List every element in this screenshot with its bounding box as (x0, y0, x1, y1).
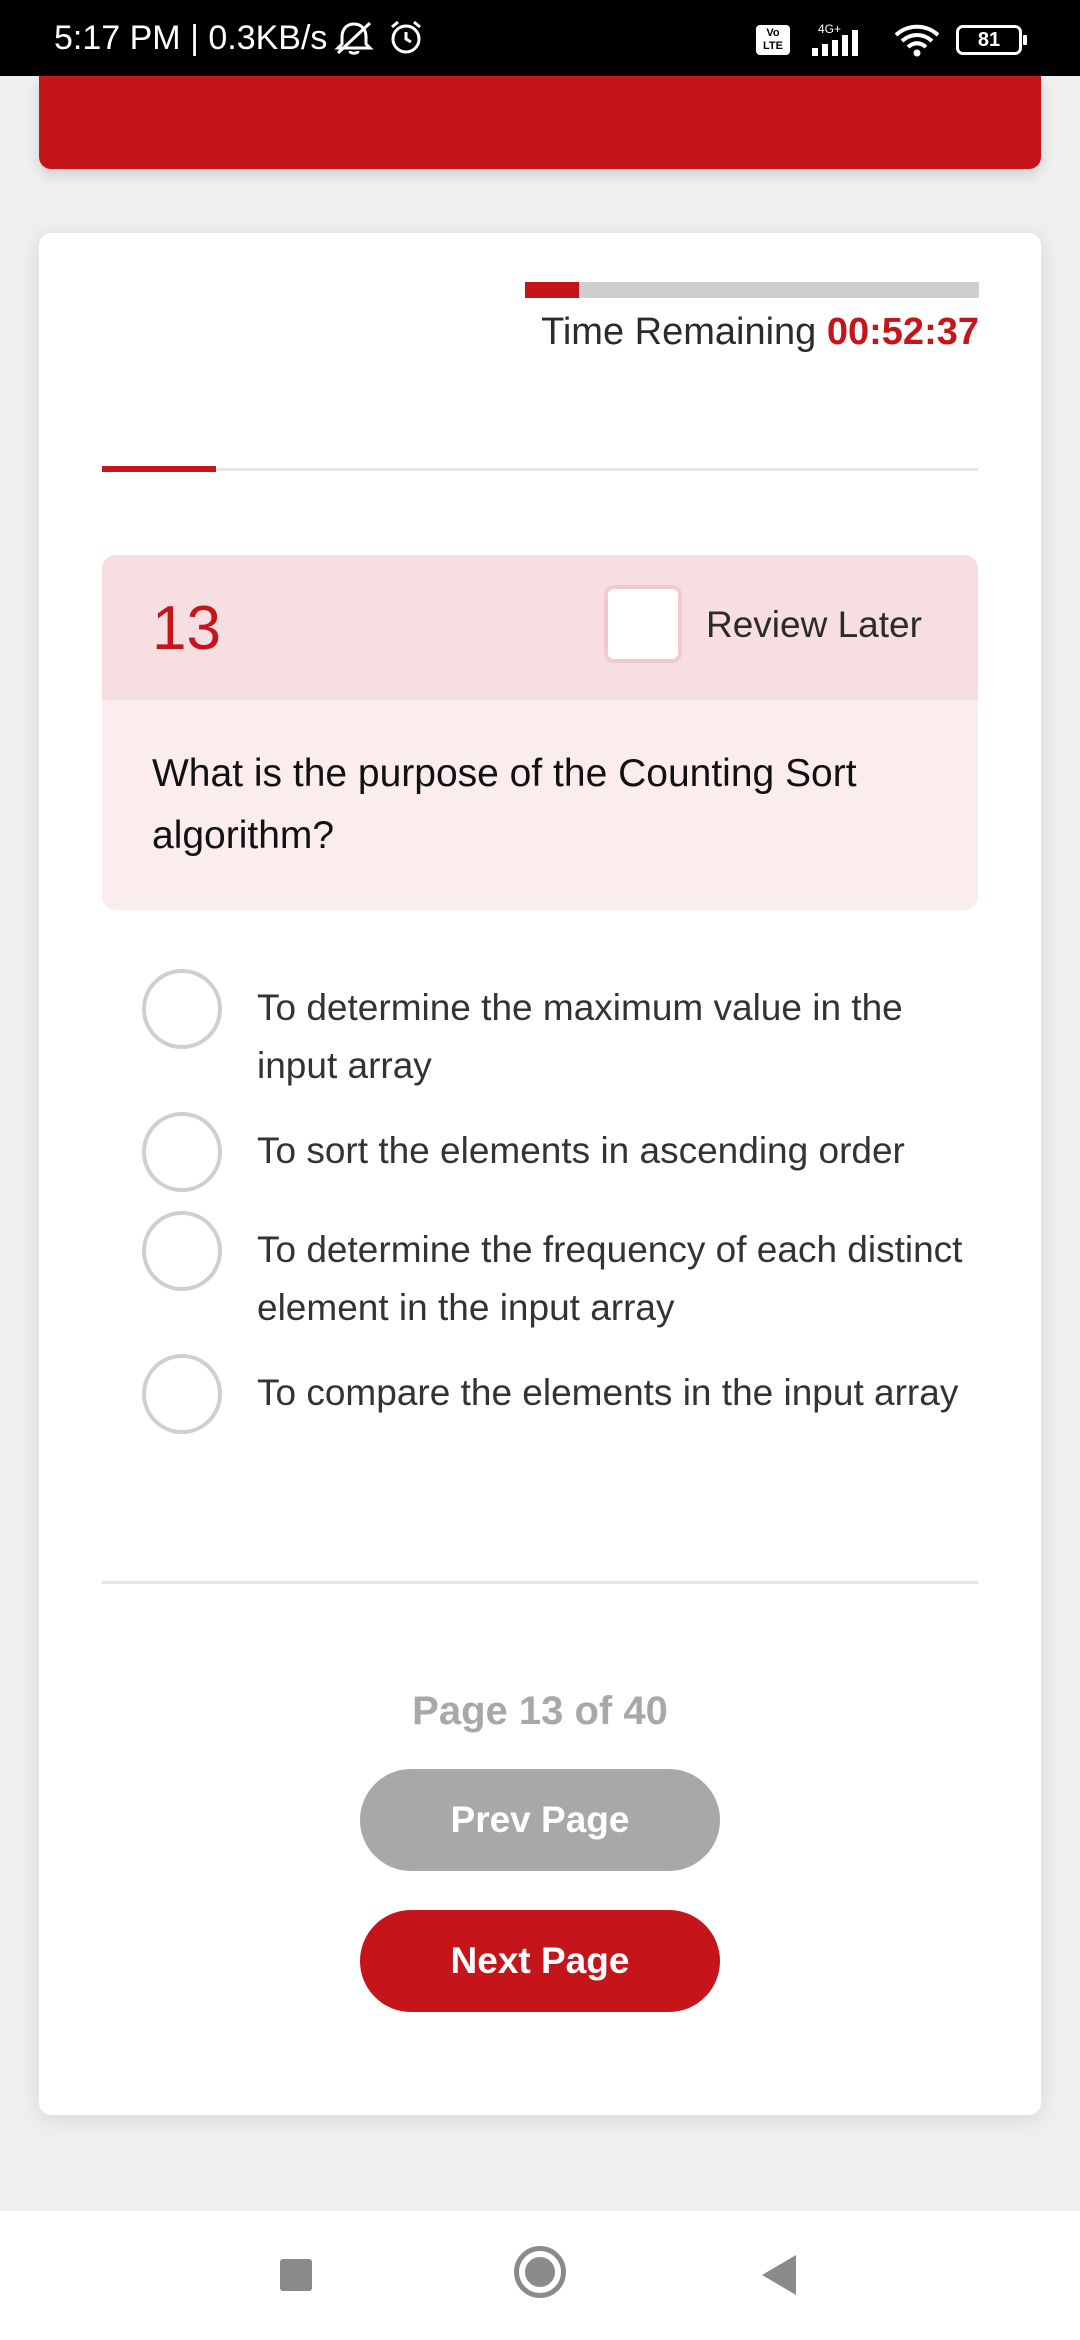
header-banner (39, 76, 1041, 169)
option-label[interactable]: To sort the elements in ascending order (257, 1122, 972, 1180)
next-page-button[interactable]: Next Page (360, 1910, 720, 2012)
timer-text: Time Remaining 00:52:37 (525, 308, 979, 356)
page-indicator: Page 13 of 40 (412, 1689, 668, 1733)
system-nav-bar (0, 2211, 1080, 2340)
prev-page-button[interactable]: Prev Page (360, 1769, 720, 1871)
option-radio[interactable] (142, 1211, 222, 1291)
wifi-icon (894, 24, 940, 57)
timer: Time Remaining 00:52:37 (525, 282, 979, 356)
quiz-progress-track (102, 466, 978, 472)
option-radio[interactable] (142, 1354, 222, 1434)
recents-icon[interactable] (280, 2259, 312, 2291)
timer-progress-bar (525, 282, 979, 298)
back-icon[interactable] (762, 2255, 796, 2295)
network-type: 4G+ (818, 22, 841, 36)
status-icons (332, 20, 426, 56)
volte-icon: Vo LTE (756, 25, 790, 55)
question-box: 13 Review Later What is the purpose of t… (102, 555, 978, 910)
question-text: What is the purpose of the Counting Sort… (152, 752, 857, 857)
alarm-icon (391, 20, 421, 54)
battery-icon: 81 (956, 25, 1027, 55)
option-label[interactable]: To determine the maximum value in the in… (257, 979, 972, 1095)
option-radio[interactable] (142, 1112, 222, 1192)
home-icon[interactable] (514, 2246, 566, 2298)
review-later-checkbox[interactable] (604, 585, 682, 663)
divider (102, 1581, 978, 1584)
mute-bell-icon (334, 21, 374, 55)
signal-icon: 4G+ (812, 22, 858, 56)
timer-progress-fill (525, 282, 580, 298)
timer-label: Time Remaining (541, 311, 817, 353)
timer-value: 00:52:37 (826, 311, 979, 353)
status-right: Vo LTE 4G+ 81 (756, 22, 1027, 58)
review-later-label[interactable]: Review Later (706, 603, 922, 647)
status-bar: 5:17 PM | 0.3KB/s Vo LTE 4G+ 81 (0, 0, 1080, 76)
quiz-progress-fill (102, 466, 216, 472)
option-radio[interactable] (142, 969, 222, 1049)
question-header: 13 Review Later (102, 555, 978, 700)
option-label[interactable]: To determine the frequency of each disti… (257, 1221, 972, 1337)
status-time-speed: 5:17 PM | 0.3KB/s (54, 19, 328, 57)
question-number: 13 (152, 594, 221, 663)
option-label[interactable]: To compare the elements in the input arr… (257, 1364, 972, 1422)
